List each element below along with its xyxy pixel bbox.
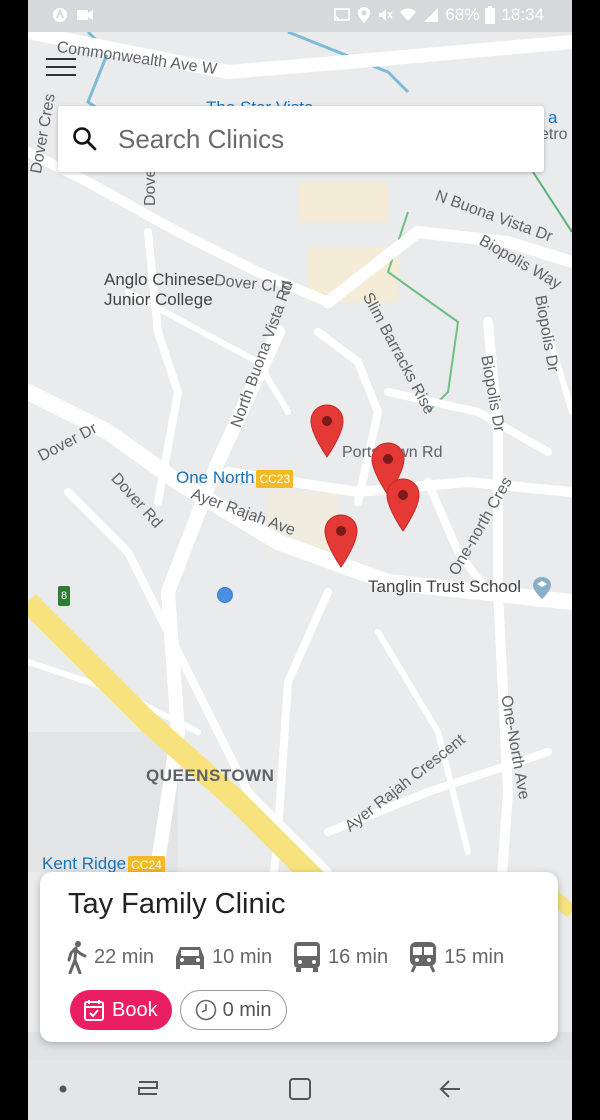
current-location-dot (217, 587, 233, 603)
car-time: 10 min (212, 945, 273, 968)
train-time: 15 min (444, 945, 505, 968)
wifi-icon (400, 8, 417, 21)
nav-dot-icon[interactable] (59, 1085, 67, 1093)
area-label-queenstown: QUEENSTOWN (146, 766, 275, 785)
signal-icon (424, 8, 439, 22)
clinic-marker[interactable] (386, 478, 420, 532)
recent-apps-icon[interactable] (136, 1076, 160, 1102)
clinic-card[interactable]: Tay Family Clinic 22 min 10 min 16 min 1… (40, 872, 558, 1042)
video-icon (77, 10, 93, 20)
station-name: Kent Ridge (42, 854, 127, 873)
wait-time-label: 0 min (222, 998, 272, 1021)
cast-icon (334, 8, 351, 21)
travel-train: 15 min (408, 941, 504, 973)
train-icon (410, 942, 437, 973)
station-name: One North (176, 468, 255, 487)
bus-time: 16 min (328, 945, 389, 968)
poi-label-anglo-chinese-1: Anglo Chinese (104, 270, 215, 289)
back-icon[interactable] (438, 1076, 464, 1102)
menu-button[interactable] (46, 56, 76, 80)
station-code-badge: CC23 (256, 469, 294, 488)
station-label-kent-ridge: Kent Ridge CC24 (42, 854, 165, 874)
search-icon (73, 127, 97, 151)
battery-icon (485, 6, 496, 24)
expressway-badge: 8 (58, 586, 70, 606)
book-label: Book (112, 998, 158, 1021)
mute-icon (379, 9, 394, 21)
clock-icon (195, 999, 216, 1021)
book-button[interactable]: Book (70, 990, 172, 1030)
walk-time: 22 min (94, 945, 155, 968)
travel-bus: 16 min (292, 941, 388, 973)
travel-times: 22 min 10 min 16 min 15 min (64, 940, 524, 974)
travel-walk: 22 min (64, 940, 154, 974)
status-bar: 68% 18:34 (28, 0, 572, 32)
menu-line (46, 74, 76, 76)
clinic-marker[interactable] (324, 514, 358, 568)
app-notification-icon (53, 8, 67, 22)
clinic-name: Tay Family Clinic (68, 888, 286, 920)
system-nav-bar (28, 1060, 572, 1120)
bus-icon (294, 942, 321, 972)
calendar-check-icon (84, 1000, 104, 1021)
walk-icon (67, 941, 87, 974)
phone-screen: 68% 18:34 Commonwealth Ave W Dover Cres … (28, 0, 572, 1120)
travel-car: 10 min (174, 943, 272, 971)
poi-label-edge-a: a (548, 108, 558, 127)
clinic-marker[interactable] (310, 404, 344, 458)
car-icon (176, 947, 205, 969)
poi-label-anglo-chinese-2: Junior College (104, 290, 213, 309)
battery-percent: 68% (445, 5, 480, 24)
location-icon (358, 7, 371, 23)
menu-line (46, 58, 76, 60)
search-input[interactable] (118, 123, 498, 155)
school-icon (533, 577, 551, 599)
poi-label-edge-etro: etro (540, 126, 568, 143)
station-code-badge: CC24 (128, 855, 165, 874)
wait-time-button[interactable]: 0 min (179, 990, 287, 1030)
search-bar[interactable] (58, 106, 544, 172)
clock: 18:34 (501, 5, 544, 24)
poi-label-tanglin: Tanglin Trust School (368, 577, 522, 596)
card-actions: Book 0 min (70, 990, 287, 1030)
menu-line (46, 66, 76, 68)
home-icon[interactable] (287, 1076, 313, 1102)
